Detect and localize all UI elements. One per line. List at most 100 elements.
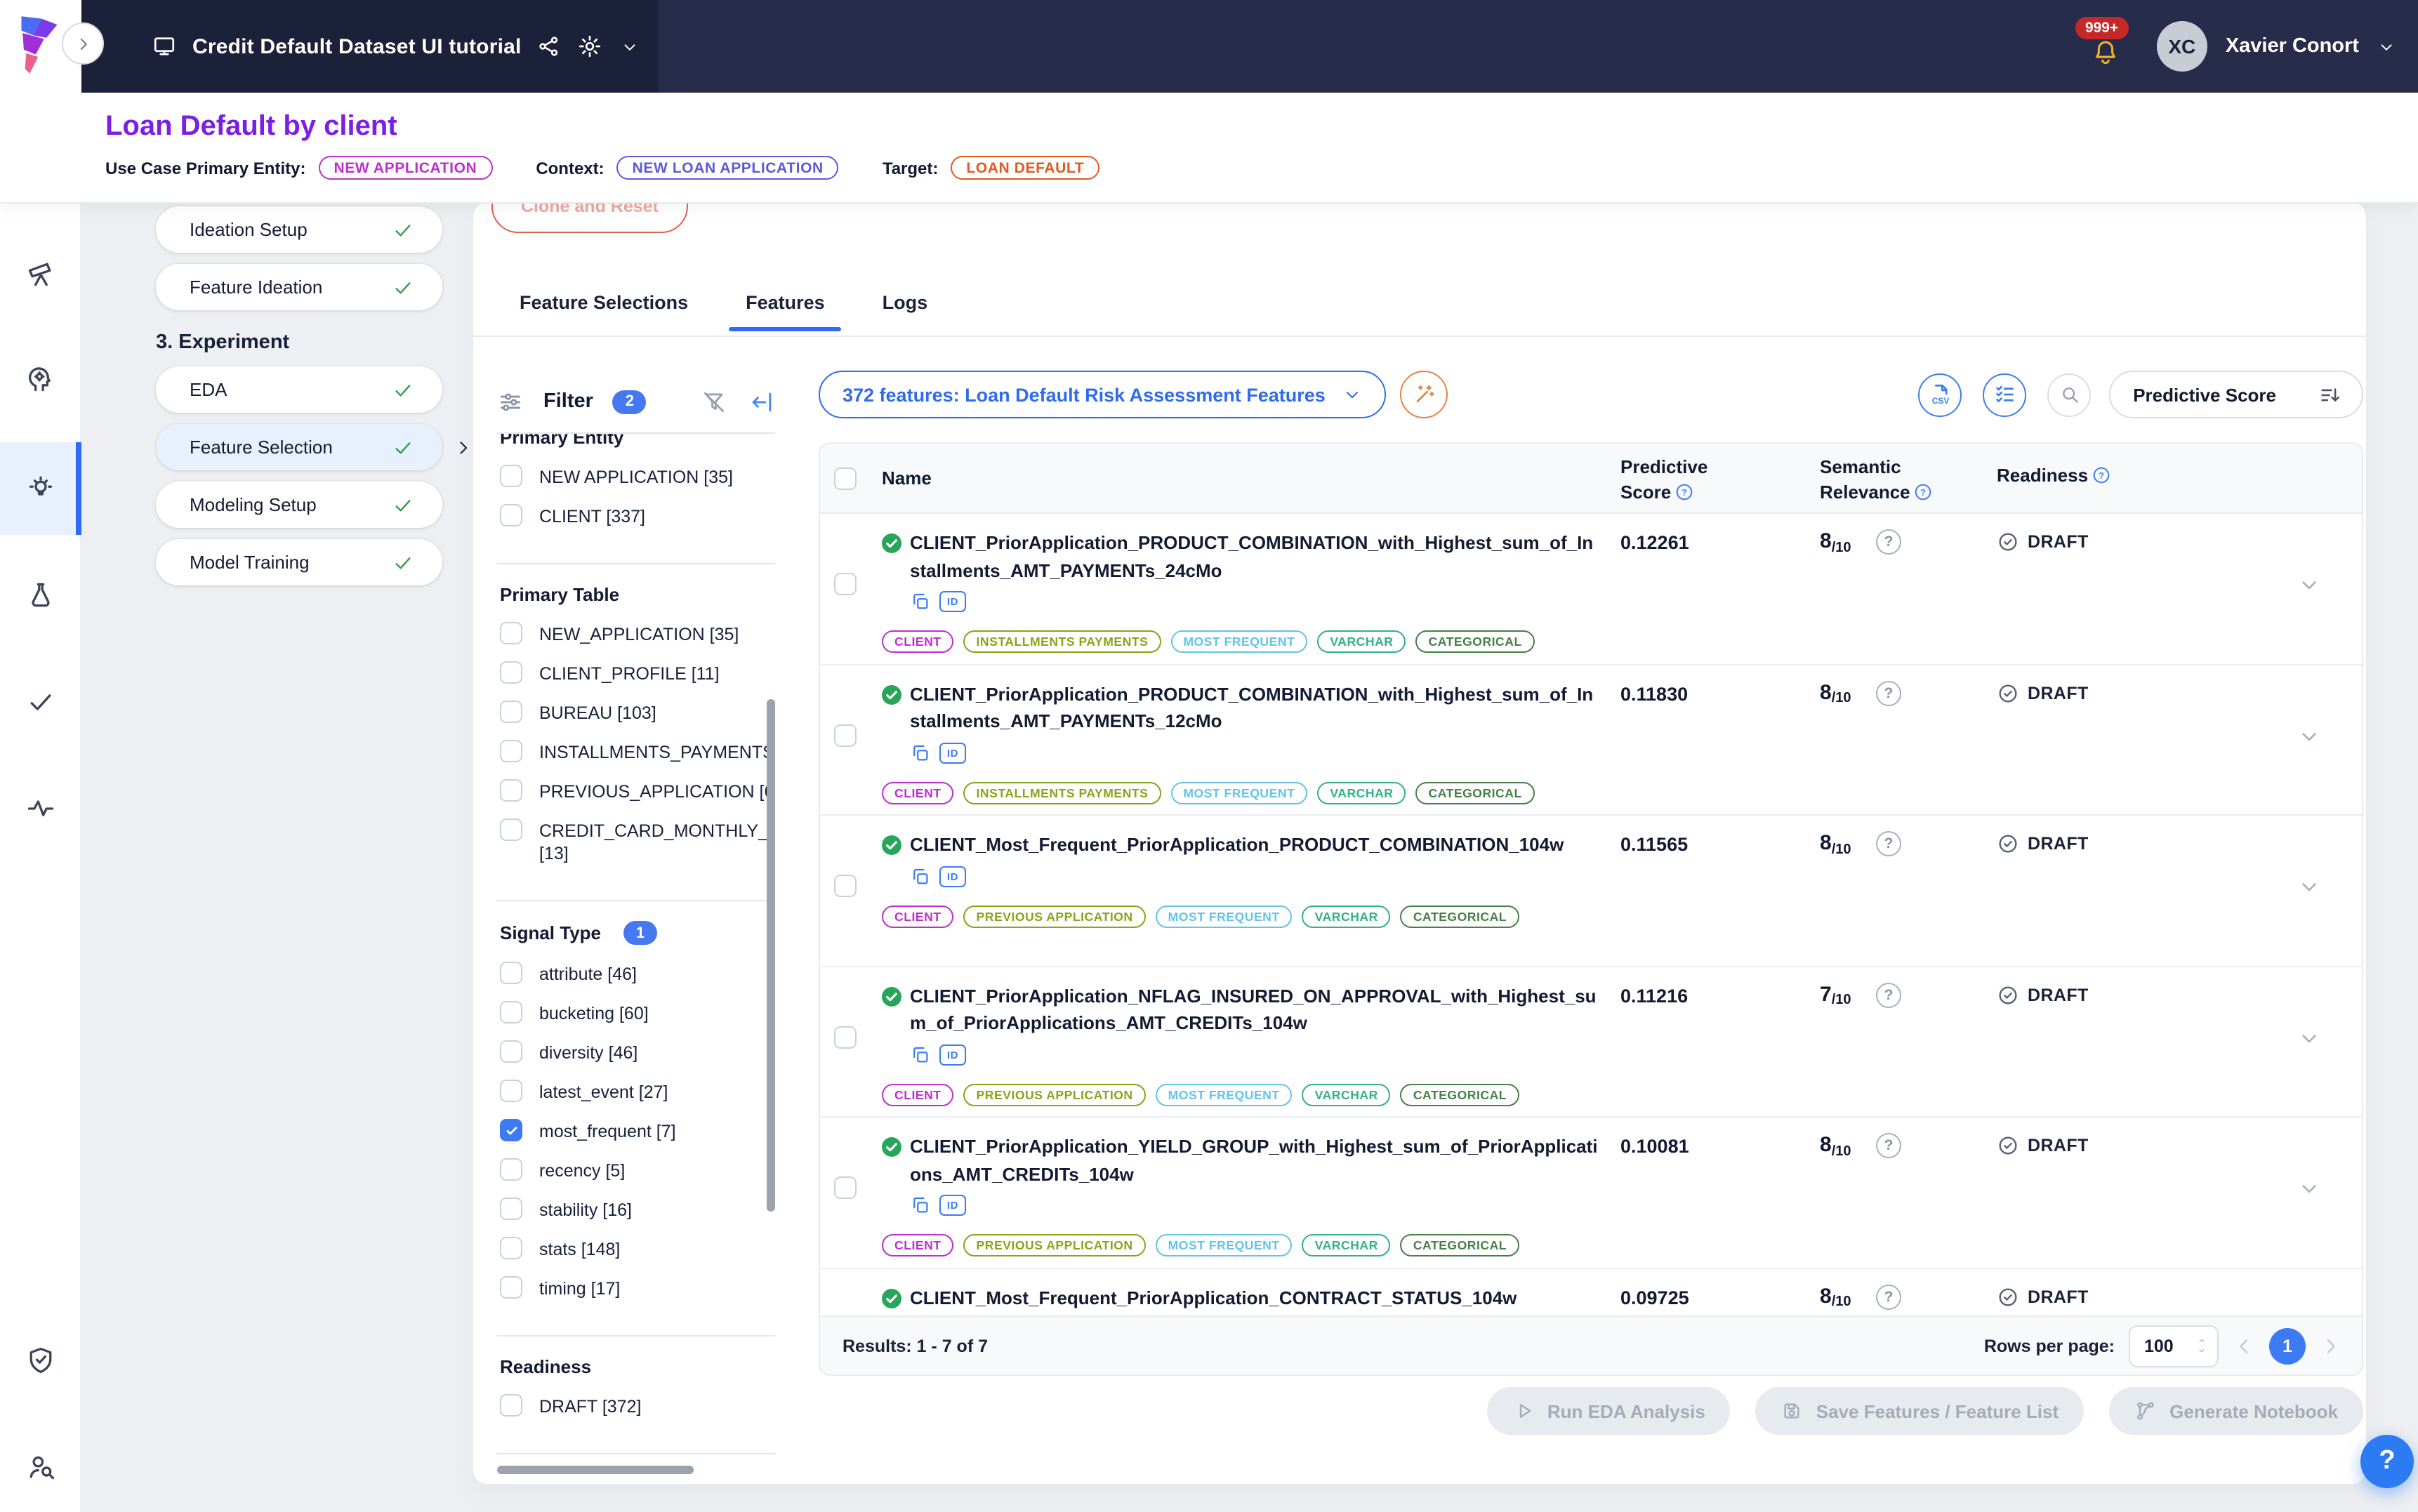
expand-row-icon[interactable] [2297,573,2321,597]
help-button[interactable]: ? [2360,1435,2414,1488]
filter-option[interactable]: NEW APPLICATION [35] [500,465,775,489]
sidebar-expand-button[interactable] [62,22,104,65]
checkbox[interactable] [500,1080,522,1102]
filter-option[interactable]: BUREAU [103] [500,701,775,724]
id-icon[interactable]: ID [939,591,966,612]
stepper-icons[interactable] [2196,1337,2207,1355]
expand-row-icon[interactable] [2297,1176,2321,1200]
checkbox[interactable] [500,504,522,526]
filter-option[interactable]: PREVIOUS_APPLICATION [6 [500,779,775,803]
checkbox[interactable] [500,1158,522,1181]
rail-item-head-gear[interactable] [0,333,81,425]
id-icon[interactable]: ID [939,866,966,887]
filter-option[interactable]: CLIENT [337] [500,504,775,528]
feature-name[interactable]: CLIENT_PriorApplication_PRODUCT_COMBINAT… [910,680,1601,735]
expand-row-icon[interactable] [2297,1026,2321,1049]
checkbox[interactable] [500,1394,522,1417]
copy-icon[interactable] [910,742,931,763]
rail-item-activity[interactable] [0,762,81,855]
checkbox[interactable] [500,1237,522,1259]
share-icon[interactable] [537,34,562,59]
step-feature-selection[interactable]: Feature Selection [156,424,442,470]
notifications-button[interactable]: 999+ [2088,22,2125,70]
filter-option[interactable]: stats [148] [500,1237,775,1261]
expand-row-icon[interactable] [2297,875,2321,898]
tab-feature-selections[interactable]: Feature Selections [517,292,691,313]
id-icon[interactable]: ID [939,742,966,763]
tab-features[interactable]: Features [743,292,828,313]
page-number[interactable]: 1 [2269,1327,2306,1364]
checkbox[interactable] [500,465,522,487]
checkbox[interactable] [500,701,522,723]
copy-icon[interactable] [910,866,931,887]
copy-icon[interactable] [910,591,931,612]
checkbox[interactable] [500,622,522,644]
filter-option[interactable]: CLIENT_PROFILE [11] [500,661,775,685]
rail-item-check[interactable] [0,656,81,748]
save-features-feature-list-button[interactable]: Save Features / Feature List [1756,1387,2084,1435]
relevance-help-icon[interactable]: ? [1876,529,1901,555]
previous-page-icon[interactable] [2233,1334,2255,1357]
id-icon[interactable]: ID [939,1195,966,1216]
feature-name[interactable]: CLIENT_Most_Frequent_PriorApplication_CO… [910,1284,1601,1311]
project-switcher[interactable]: Credit Default Dataset UI tutorial [81,0,659,93]
filter-option[interactable]: bucketing [60] [500,1001,775,1025]
filter-option[interactable]: diversity [46] [500,1040,775,1064]
rail-item-user-search[interactable] [0,1421,81,1512]
collapse-panel-icon[interactable] [748,388,775,415]
step-feature-ideation[interactable]: Feature Ideation [156,264,442,310]
checkbox[interactable] [500,661,522,684]
rail-item-flask[interactable] [0,549,81,642]
select-all-checkbox[interactable] [834,467,857,490]
checkbox[interactable] [500,779,522,802]
feature-name[interactable]: CLIENT_Most_Frequent_PriorApplication_PR… [910,831,1601,858]
row-checkbox[interactable] [834,875,857,897]
checkbox[interactable] [500,818,522,841]
checklist-button[interactable] [1983,373,2026,416]
rail-item-lightbulb[interactable] [0,442,81,535]
relevance-help-icon[interactable]: ? [1876,1133,1901,1158]
copy-icon[interactable] [910,1195,931,1216]
feature-name[interactable]: CLIENT_PriorApplication_YIELD_GROUP_with… [910,1133,1601,1188]
info-icon[interactable]: ? [1675,482,1693,500]
run-eda-analysis-button[interactable]: Run EDA Analysis [1487,1387,1731,1435]
rows-per-page-input[interactable]: 100 [2129,1325,2219,1367]
checkbox[interactable] [500,1040,522,1063]
chevron-down-icon[interactable] [2377,37,2396,55]
checkbox[interactable] [500,962,522,984]
gear-icon[interactable] [578,34,603,59]
rail-item-telescope[interactable] [0,227,81,320]
filter-option[interactable]: most_frequent [7] [500,1119,775,1143]
row-checkbox[interactable] [834,573,857,595]
checkbox[interactable] [500,1198,522,1220]
clone-and-reset-button[interactable]: Clone and Reset [491,202,688,233]
info-icon[interactable]: ? [2092,466,2110,484]
info-icon[interactable]: ? [1915,482,1933,500]
id-icon[interactable]: ID [939,1044,966,1065]
checkbox[interactable] [500,740,522,762]
step-modeling-setup[interactable]: Modeling Setup [156,482,442,528]
step-eda[interactable]: EDA [156,366,442,413]
filter-option[interactable]: stability [16] [500,1198,775,1221]
feature-name[interactable]: CLIENT_PriorApplication_PRODUCT_COMBINAT… [910,529,1601,584]
filter-option[interactable]: latest_event [27] [500,1080,775,1103]
download-csv-button[interactable]: CSV [1918,373,1962,416]
filter-option[interactable]: CREDIT_CARD_MONTHLY_B [13] [500,818,775,865]
relevance-help-icon[interactable]: ? [1876,831,1901,856]
filter-option[interactable]: attribute [46] [500,962,775,986]
generate-notebook-button[interactable]: Generate Notebook [2109,1387,2363,1435]
filter-option[interactable]: timing [17] [500,1276,775,1300]
row-checkbox[interactable] [834,1026,857,1048]
row-checkbox[interactable] [834,724,857,746]
rail-item-shield-check[interactable] [0,1314,81,1407]
step-ideation-setup[interactable]: Ideation Setup [156,206,442,253]
filter-option[interactable]: INSTALLMENTS_PAYMENTS [500,740,775,764]
relevance-help-icon[interactable]: ? [1876,680,1901,705]
search-button[interactable] [2047,373,2091,416]
expand-row-icon[interactable] [2297,724,2321,748]
tab-logs[interactable]: Logs [880,292,931,313]
step-model-training[interactable]: Model Training [156,539,442,585]
clear-filters-icon[interactable] [701,388,727,415]
filter-option[interactable]: DRAFT [372] [500,1394,775,1418]
vertical-scrollbar[interactable] [767,699,775,1212]
